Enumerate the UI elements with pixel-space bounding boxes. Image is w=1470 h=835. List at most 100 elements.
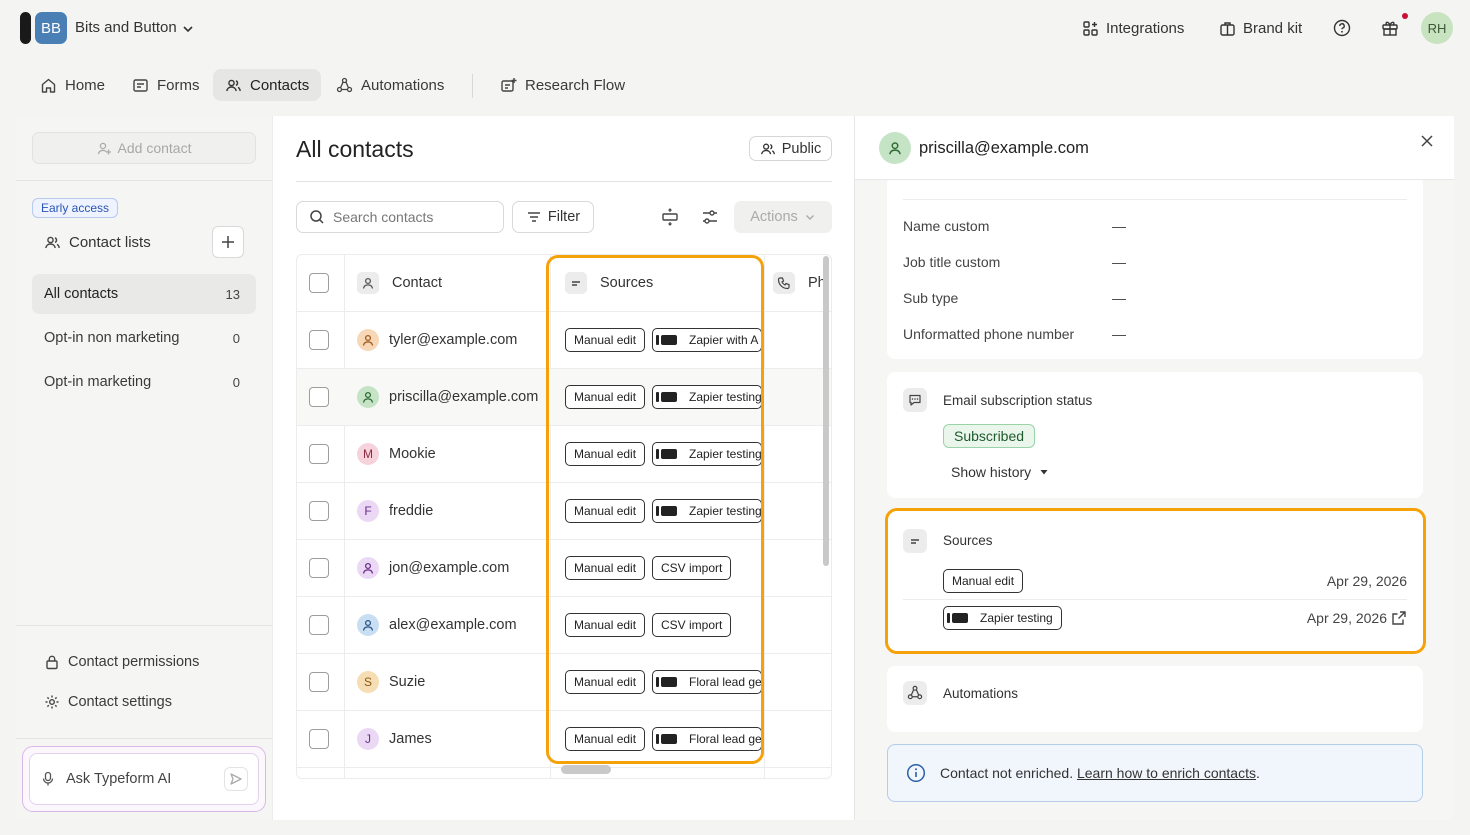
contact-name[interactable]: James — [389, 731, 432, 747]
contact-name[interactable]: Suzie — [389, 674, 425, 690]
tab-automations[interactable]: Automations — [324, 69, 456, 101]
source-tag[interactable]: Zapier with A — [652, 328, 762, 352]
add-contact-button[interactable]: Add contact — [32, 132, 256, 164]
table-row[interactable]: priscilla@example.com Manual edit Zapier… — [297, 369, 831, 426]
microphone-icon[interactable] — [40, 771, 56, 787]
table-row[interactable]: tyler@example.com Manual edit Zapier wit… — [297, 312, 831, 369]
contact-column-header[interactable]: Contact — [392, 275, 442, 291]
contact-settings-link[interactable]: Contact settings — [44, 694, 172, 710]
horizontal-scrollbar[interactable] — [561, 765, 611, 774]
row-checkbox[interactable] — [309, 615, 329, 635]
field-value[interactable]: — — [1112, 254, 1126, 270]
source-tag[interactable]: Zapier testing — [652, 385, 762, 409]
ask-ai-input[interactable]: Ask Typeform AI — [29, 753, 259, 805]
chevron-down-icon[interactable] — [181, 22, 195, 36]
workspace-avatar[interactable]: BB — [35, 12, 67, 44]
source-tag[interactable]: Manual edit — [565, 670, 646, 694]
contact-name[interactable]: freddie — [389, 503, 433, 519]
table-row[interactable]: alex@example.com Manual edit CSV import — [297, 597, 831, 654]
tab-contacts[interactable]: Contacts — [213, 69, 322, 101]
source-date-text: Apr 29, 2026 — [1306, 610, 1387, 626]
source-tag[interactable]: Zapier testing — [943, 606, 1062, 630]
source-tag[interactable]: Floral lead ge — [652, 727, 762, 751]
gift-icon[interactable] — [1381, 19, 1399, 37]
row-checkbox[interactable] — [309, 729, 329, 749]
source-tag[interactable]: Manual edit — [565, 442, 646, 466]
row-checkbox[interactable] — [309, 672, 329, 692]
column-settings-icon[interactable] — [701, 208, 719, 226]
send-button[interactable] — [224, 767, 248, 791]
user-avatar[interactable]: RH — [1421, 12, 1453, 44]
workspace-name[interactable]: Bits and Button — [75, 19, 177, 36]
tab-research-flow[interactable]: Research Flow — [488, 69, 637, 101]
field-value[interactable]: — — [1112, 326, 1126, 342]
tag-label: Manual edit — [574, 504, 637, 518]
brand-kit-link[interactable]: Brand kit — [1219, 14, 1302, 42]
show-history-toggle[interactable]: Show history — [951, 464, 1049, 480]
list-item-all-contacts[interactable]: All contacts 13 — [32, 274, 256, 314]
top-bar: BB Bits and Button Integrations Brand ki… — [0, 0, 1470, 56]
tab-forms[interactable]: Forms — [120, 69, 212, 101]
info-end: . — [1255, 765, 1260, 781]
field-value[interactable]: — — [1112, 290, 1126, 306]
filter-button[interactable]: Filter — [512, 201, 594, 233]
source-tag[interactable]: CSV import — [652, 613, 732, 637]
source-tag[interactable]: Floral lead ge — [652, 670, 762, 694]
source-tag[interactable]: Manual edit — [565, 613, 646, 637]
row-checkbox[interactable] — [309, 330, 329, 350]
sources-column-header[interactable]: Sources — [600, 275, 653, 291]
row-checkbox[interactable] — [309, 558, 329, 578]
source-tag[interactable]: Manual edit — [565, 385, 646, 409]
search-input[interactable]: Search contacts — [296, 201, 504, 233]
table-row[interactable]: F freddie Manual edit Zapier testing — [297, 483, 831, 540]
contact-name[interactable]: priscilla@example.com — [389, 389, 538, 405]
table-row[interactable]: J James Manual edit Floral lead ge — [297, 711, 831, 768]
field-value[interactable]: — — [1112, 218, 1126, 234]
tab-forms-label: Forms — [157, 76, 200, 94]
tag-label: Zapier testing — [689, 447, 762, 461]
enrich-contacts-link[interactable]: Learn how to enrich contacts — [1077, 765, 1256, 781]
public-button[interactable]: Public — [749, 136, 832, 161]
contact-permissions-link[interactable]: Contact permissions — [44, 654, 199, 670]
source-date[interactable]: Apr 29, 2026 — [1307, 610, 1407, 626]
list-item-opt-in-non-marketing[interactable]: Opt-in non marketing 0 — [32, 318, 256, 358]
ask-ai-box: Ask Typeform AI — [22, 746, 266, 812]
typeform-logo — [20, 12, 31, 44]
source-tag[interactable]: Manual edit — [565, 727, 646, 751]
source-tag[interactable]: Zapier testing — [652, 442, 762, 466]
source-tag[interactable]: CSV import — [652, 556, 732, 580]
row-checkbox[interactable] — [309, 444, 329, 464]
external-link-icon[interactable] — [1391, 610, 1407, 626]
contacts-icon — [226, 79, 241, 91]
contact-name[interactable]: Mookie — [389, 446, 436, 462]
help-icon[interactable] — [1333, 19, 1351, 37]
list-count: 13 — [225, 286, 240, 302]
source-tag[interactable]: Zapier testing — [652, 499, 762, 523]
actions-button[interactable]: Actions — [734, 201, 832, 233]
add-list-button[interactable] — [212, 226, 244, 258]
integrations-link[interactable]: Integrations — [1082, 14, 1184, 42]
row-height-icon[interactable] — [661, 208, 679, 226]
table-row[interactable]: M Mookie Manual edit Zapier testing — [297, 426, 831, 483]
contact-name[interactable]: tyler@example.com — [389, 332, 517, 348]
select-all-checkbox[interactable] — [309, 273, 329, 293]
table-row[interactable]: jon@example.com Manual edit CSV import — [297, 540, 831, 597]
close-icon[interactable] — [1419, 133, 1435, 149]
list-label: All contacts — [44, 286, 119, 302]
contact-name[interactable]: jon@example.com — [389, 560, 509, 576]
row-checkbox[interactable] — [309, 387, 329, 407]
tag-label: CSV import — [661, 561, 723, 575]
contact-name[interactable]: alex@example.com — [389, 617, 517, 633]
tab-home[interactable]: Home — [28, 69, 117, 101]
caret-down-icon — [1040, 470, 1048, 475]
row-checkbox[interactable] — [309, 501, 329, 521]
detail-header: priscilla@example.com — [855, 116, 1454, 180]
list-item-opt-in-marketing[interactable]: Opt-in marketing 0 — [32, 362, 256, 402]
source-tag[interactable]: Manual edit — [565, 556, 646, 580]
vertical-scrollbar[interactable] — [823, 256, 829, 566]
source-tag[interactable]: Manual edit — [565, 328, 646, 352]
source-tag[interactable]: Manual edit — [565, 499, 646, 523]
contact-column-icon — [357, 272, 379, 294]
source-tag[interactable]: Manual edit — [943, 569, 1024, 593]
table-row[interactable]: S Suzie Manual edit Floral lead ge — [297, 654, 831, 711]
